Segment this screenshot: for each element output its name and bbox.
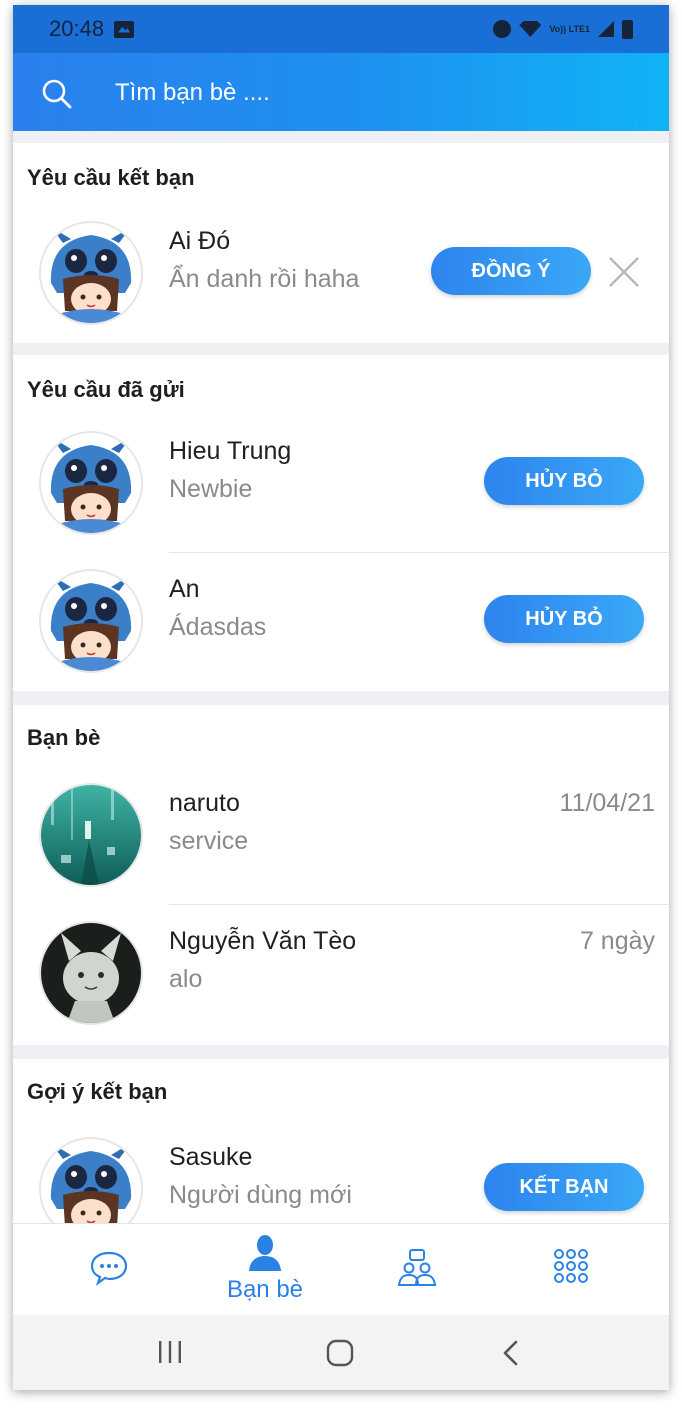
stitch-hood-avatar-icon <box>41 433 141 533</box>
avatar <box>39 431 143 535</box>
contact-name: An <box>169 575 200 603</box>
sent-requests-section: Yêu cầu đã gửi Hieu Trung Newbie HỦY BỎ … <box>13 355 669 691</box>
recent-apps-icon[interactable] <box>157 1339 183 1365</box>
contact-name: naruto <box>169 789 240 817</box>
add-friend-button[interactable]: KẾT BẠN <box>484 1163 644 1211</box>
contact-status: Ádasdas <box>169 613 267 641</box>
avatar <box>39 1137 143 1223</box>
friend-requests-section: Yêu cầu kết bạn Ai Đó Ẩn danh rồi haha Đ… <box>13 143 669 343</box>
list-item[interactable]: Sasuke Người dùng mới KẾT BẠN <box>13 1121 669 1223</box>
stitch-hood-avatar-icon <box>41 1139 141 1223</box>
contact-name: Nguyễn Văn Tèo <box>169 927 357 955</box>
gallery-notification-icon <box>114 20 135 38</box>
battery-icon <box>622 19 633 39</box>
last-active-time: 11/04/21 <box>559 789 655 817</box>
back-icon[interactable] <box>501 1339 521 1367</box>
volte-indicator: Vo)) LTE1 <box>549 24 590 34</box>
section-title: Bạn bè <box>27 725 101 750</box>
sketch-creature-avatar-icon <box>41 923 141 1023</box>
wifi-icon <box>519 21 542 37</box>
tab-groups[interactable] <box>335 1224 499 1316</box>
avatar <box>39 569 143 673</box>
tab-friends-label: Bạn bè <box>226 1276 304 1303</box>
person-icon <box>249 1235 281 1271</box>
contact-name: Sasuke <box>169 1143 253 1171</box>
bottom-navigation: Bạn bè <box>13 1223 669 1315</box>
list-item[interactable]: Nguyễn Văn Tèo alo 7 ngày <box>13 905 669 1043</box>
avatar <box>39 221 143 325</box>
contact-status: Người dùng mới <box>169 1181 352 1209</box>
contact-name: Hieu Trung <box>169 437 292 465</box>
signal-icon <box>598 21 614 37</box>
cancel-request-button[interactable]: HỦY BỎ <box>484 457 644 505</box>
section-title: Yêu cầu kết bạn <box>27 165 195 190</box>
apps-grid-icon <box>554 1249 588 1283</box>
friend-suggestions-section: Gợi ý kết bạn Sasuke Người dùng mới KẾT … <box>13 1059 669 1223</box>
home-icon[interactable] <box>326 1339 354 1367</box>
stitch-hood-avatar-icon <box>41 223 141 323</box>
tab-friends[interactable]: Bạn bè <box>183 1224 347 1316</box>
phone-screen: 20:48 Vo)) LTE1 Tìm bạn bè .... Yêu cầu … <box>13 5 669 1390</box>
list-item[interactable]: Ai Đó Ẩn danh rồi haha ĐỒNG Ý <box>13 205 669 343</box>
teal-landscape-avatar-icon <box>41 785 141 885</box>
search-input[interactable]: Tìm bạn bè .... <box>115 79 270 107</box>
list-item[interactable]: Hieu Trung Newbie HỦY BỎ <box>13 415 669 553</box>
contact-status: alo <box>169 965 203 993</box>
group-chat-icon <box>397 1249 437 1286</box>
stitch-hood-avatar-icon <box>41 571 141 671</box>
contact-status: Newbie <box>169 475 253 503</box>
last-active-time: 7 ngày <box>579 927 655 955</box>
search-bar[interactable]: Tìm bạn bè .... <box>13 53 669 131</box>
list-item[interactable]: An Ádasdas HỦY BỎ <box>13 553 669 691</box>
avatar <box>39 783 143 887</box>
friends-section: Bạn bè naruto service 11/04/21 Nguyễn Vă… <box>13 705 669 1045</box>
cancel-request-button[interactable]: HỦY BỎ <box>484 595 644 643</box>
status-icons: Vo)) LTE1 <box>493 19 633 39</box>
status-time: 20:48 <box>49 16 105 41</box>
tab-messages[interactable] <box>27 1224 191 1316</box>
close-icon[interactable] <box>607 255 641 289</box>
contact-status: Ẩn danh rồi haha <box>169 265 360 293</box>
section-title: Yêu cầu đã gửi <box>27 377 185 402</box>
section-title: Gợi ý kết bạn <box>27 1079 168 1104</box>
contact-status: service <box>169 827 249 855</box>
search-icon[interactable] <box>41 78 73 110</box>
accept-button[interactable]: ĐỒNG Ý <box>431 247 591 295</box>
status-bar: 20:48 Vo)) LTE1 <box>13 5 669 53</box>
alarm-icon <box>493 20 512 38</box>
contact-name: Ai Đó <box>169 227 231 255</box>
list-item[interactable]: naruto service 11/04/21 <box>13 767 669 905</box>
chat-bubble-icon <box>90 1251 128 1286</box>
tab-more[interactable] <box>489 1224 653 1316</box>
avatar <box>39 921 143 1025</box>
friends-content: Yêu cầu kết bạn Ai Đó Ẩn danh rồi haha Đ… <box>13 131 669 1223</box>
system-navigation-bar <box>13 1315 669 1390</box>
